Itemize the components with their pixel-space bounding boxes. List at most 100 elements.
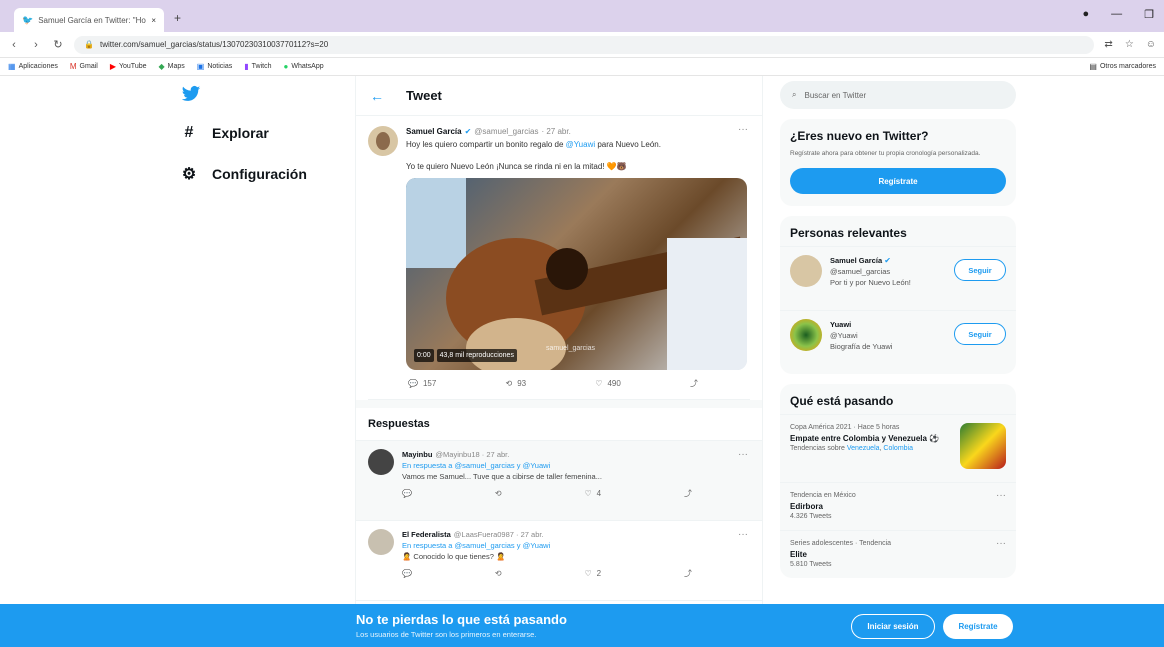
more-options-icon[interactable]: ··· — [996, 539, 1006, 549]
follow-button[interactable]: Seguir — [954, 259, 1006, 281]
person-item[interactable]: Yuawi @Yuawi Biografía de Yuawi Seguir — [780, 310, 1016, 374]
address-row: ‹ › ↻ 🔒 twitter.com/samuel_garcias/statu… — [0, 32, 1164, 58]
bookmark-maps[interactable]: ◆ Maps — [159, 62, 185, 71]
bookmark-whatsapp[interactable]: ● WhatsApp — [284, 62, 324, 71]
reply-button[interactable]: 💬 — [402, 568, 412, 579]
avatar[interactable] — [368, 529, 394, 555]
reply-item[interactable]: ··· El Federalista @LaasFuera0987 · 27 a… — [356, 521, 762, 601]
share-button[interactable]: ⤴ — [690, 378, 698, 389]
trend-item[interactable]: Tendencia en México Edirbora 4.326 Tweet… — [780, 482, 1016, 530]
tweet-author-handle[interactable]: @samuel_garcias — [474, 126, 538, 137]
minimize-button[interactable]: — — [1111, 8, 1122, 21]
reply-author-handle[interactable]: @LaasFuera0987 · 27 abr. — [454, 529, 544, 540]
youtube-icon: ▶ — [109, 62, 116, 71]
like-button[interactable]: ♡ 4 — [584, 488, 601, 499]
extension-icon[interactable]: ☺ — [1146, 39, 1156, 50]
more-options-icon[interactable]: ··· — [738, 449, 748, 460]
reply-item[interactable]: ··· Mayinbu @Mayinbu18 · 27 abr. En resp… — [356, 441, 762, 521]
retweet-button[interactable]: ⟲ 93 — [506, 378, 527, 389]
maximize-button[interactable]: ❐ — [1144, 8, 1154, 21]
bookmark-news[interactable]: ▣ Noticias — [197, 62, 232, 71]
new-tab-button[interactable]: + — [174, 11, 181, 25]
reload-icon[interactable]: ↻ — [52, 38, 64, 51]
tweet-author-name[interactable]: Samuel García — [406, 126, 462, 137]
bookmark-twitch[interactable]: ▮ Twitch — [244, 62, 271, 71]
trend-item[interactable]: Series adolescentes · Tendencia Elite 5.… — [780, 530, 1016, 578]
trend-title: Edirbora — [790, 502, 823, 511]
reply-author-name[interactable]: El Federalista — [402, 529, 451, 540]
foreground-cloth — [667, 238, 747, 370]
avatar[interactable] — [790, 255, 822, 287]
search-input[interactable]: ⌕ Buscar en Twitter — [780, 81, 1016, 109]
maps-icon: ◆ — [158, 62, 165, 71]
browser-tab[interactable]: 🐦 Samuel García en Twitter: "Hoy ... × — [14, 8, 164, 32]
back-arrow-icon[interactable]: ‹ — [8, 39, 20, 51]
avatar[interactable] — [790, 319, 822, 351]
browser-tab-bar: 🐦 Samuel García en Twitter: "Hoy ... × +… — [0, 0, 1164, 32]
lock-icon: 🔒 — [84, 40, 94, 49]
tweet-text-second: Yo te quiero Nuevo León ¡Nunca se rinda … — [406, 162, 627, 171]
video-watermark: samuel_garcias — [546, 345, 596, 352]
trend-item[interactable]: Copa América 2021 · Hace 5 horas Empate … — [780, 414, 1016, 482]
register-button[interactable]: Regístrate — [943, 614, 1013, 639]
twitter-logo-icon[interactable] — [180, 84, 202, 104]
page-title: Tweet — [406, 88, 442, 103]
like-button[interactable]: ♡ 2 — [584, 568, 601, 579]
retweet-button[interactable]: ⟲ — [495, 568, 502, 579]
gmail-icon: M — [69, 62, 77, 71]
tweet-video[interactable]: samuel_garcias 0:00 43,8 mil reproduccio… — [406, 178, 747, 370]
verified-badge-icon: ✔ — [884, 256, 891, 265]
follow-button[interactable]: Seguir — [954, 323, 1006, 345]
main-tweet: ··· Samuel García ✔ @samuel_garcias · 27… — [356, 116, 762, 400]
star-icon[interactable]: ☆ — [1125, 39, 1134, 50]
person-name[interactable]: Yuawi — [830, 319, 950, 330]
more-options-icon[interactable]: ··· — [996, 491, 1006, 501]
profile-icon[interactable]: ● — [1082, 8, 1089, 21]
verified-badge-icon: ✔ — [464, 127, 472, 136]
whatsapp-icon: ● — [283, 62, 289, 71]
trend-tag-link[interactable]: Colombia — [883, 445, 913, 452]
window-controls: ● — ❐ — [1082, 8, 1154, 21]
reply-author-name[interactable]: Mayinbu — [402, 449, 432, 460]
avatar[interactable] — [368, 126, 398, 156]
person-name[interactable]: Samuel García — [830, 256, 882, 265]
reply-author-handle[interactable]: @Mayinbu18 · 27 abr. — [435, 449, 509, 460]
login-button[interactable]: Iniciar sesión — [851, 614, 935, 639]
bookmarks-bar: ▦ Aplicaciones M Gmail ▶ YouTube ◆ Maps ▣ Not… — [0, 58, 1164, 76]
retweet-button[interactable]: ⟲ — [495, 488, 502, 499]
reply-button[interactable]: 💬 157 — [408, 378, 436, 389]
share-button[interactable]: ⤴ — [684, 568, 692, 579]
tweet-date[interactable]: · 27 abr. — [541, 126, 570, 137]
address-bar[interactable]: 🔒 twitter.com/samuel_garcias/status/1307… — [74, 35, 1095, 54]
video-views: 43,8 mil reproducciones — [436, 349, 517, 362]
hashtag-icon: # — [184, 124, 194, 141]
trends-card: Qué está pasando Copa América 2021 · Hac… — [780, 384, 1016, 578]
relevant-people-title: Personas relevantes — [790, 226, 907, 240]
signup-banner: No te pierdas lo que está pasando Los us… — [0, 604, 1164, 647]
trend-title: Empate entre Colombia y Venezuela ⚽ — [790, 434, 940, 443]
nav-explore[interactable]: # Explorar — [180, 124, 269, 142]
url-text: twitter.com/samuel_garcias/status/130702… — [99, 40, 329, 49]
bookmark-gmail[interactable]: M Gmail — [70, 62, 98, 71]
avatar[interactable] — [368, 449, 394, 475]
nav-settings[interactable]: ⚙ Configuración — [180, 164, 307, 184]
person-item[interactable]: Samuel García ✔ @samuel_garcias Por ti y… — [780, 246, 1016, 310]
trend-context: Tendencia en México — [790, 492, 856, 499]
bookmark-apps[interactable]: ▦ Aplicaciones — [8, 62, 58, 71]
like-button[interactable]: ♡ 490 — [595, 378, 621, 389]
reply-text: 🙎 Conocido lo que tienes? 🙎 — [402, 552, 506, 561]
more-options-icon[interactable]: ··· — [738, 124, 748, 135]
translate-icon[interactable]: ⇄ — [1104, 39, 1112, 50]
register-button[interactable]: Regístrate — [790, 168, 1006, 194]
tab-close-icon[interactable]: × — [151, 16, 156, 25]
back-arrow-icon[interactable]: ← — [370, 88, 384, 104]
section-separator — [356, 400, 762, 408]
bookmark-others[interactable]: ▤ Otros marcadores — [1089, 62, 1156, 71]
more-options-icon[interactable]: ··· — [738, 529, 748, 540]
bookmark-youtube[interactable]: ▶ YouTube — [110, 62, 147, 71]
forward-arrow-icon[interactable]: › — [30, 39, 42, 51]
share-button[interactable]: ⤴ — [684, 488, 692, 499]
reply-button[interactable]: 💬 — [402, 488, 412, 499]
trend-tag-link[interactable]: Venezuela — [847, 445, 880, 452]
mention-link[interactable]: @Yuawi — [566, 140, 595, 149]
